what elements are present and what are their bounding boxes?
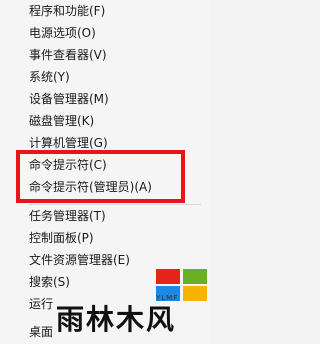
- menu-item-desktop[interactable]: 桌面: [29, 323, 53, 341]
- watermark-logo-text: 雨林木风: [56, 303, 177, 336]
- menu-item-disk-management[interactable]: 磁盘管理(K): [29, 112, 94, 130]
- screenshot-canvas: 程序和功能(F) 电源选项(O) 事件查看器(V) 系统(Y) 设备管理器(M)…: [0, 0, 210, 344]
- menu-item-system[interactable]: 系统(Y): [29, 68, 70, 86]
- ylmf-watermark: YLMF 雨林木风: [56, 262, 210, 344]
- menu-item-device-manager[interactable]: 设备管理器(M): [29, 90, 109, 108]
- menu-item-task-manager[interactable]: 任务管理器(T): [29, 207, 106, 225]
- menu-item-control-panel[interactable]: 控制面板(P): [29, 229, 94, 247]
- menu-item-run[interactable]: 运行: [29, 295, 53, 313]
- menu-item-power-options[interactable]: 电源选项(O): [29, 24, 96, 42]
- highlight-box: [16, 150, 185, 203]
- menu-separator: [29, 204, 201, 205]
- menu-item-event-viewer[interactable]: 事件查看器(V): [29, 46, 107, 64]
- menu-item-programs-features[interactable]: 程序和功能(F): [29, 2, 105, 20]
